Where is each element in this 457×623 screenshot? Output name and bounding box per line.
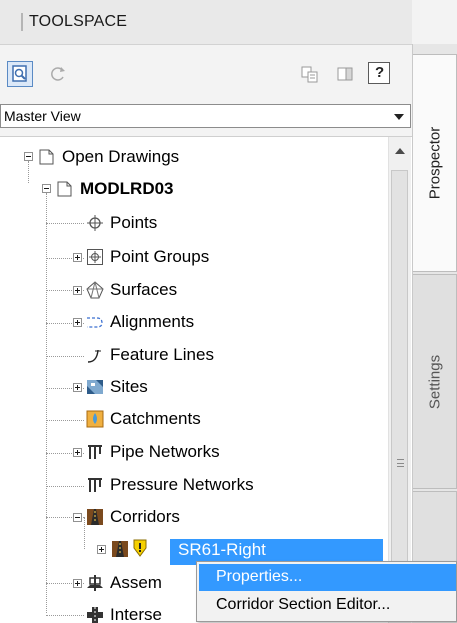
tree-item-points[interactable]: Points — [0, 211, 380, 239]
document-icon — [56, 180, 74, 198]
assemblies-icon — [86, 574, 104, 592]
tab-prospector[interactable]: Prospector — [413, 54, 457, 272]
collapse-toggle[interactable] — [24, 152, 33, 161]
corridors-icon — [86, 508, 104, 526]
toolspace-panel: TOOLSPACE ? Master View Open Drawings MO… — [0, 0, 457, 623]
refresh-icon — [51, 67, 65, 81]
item-view-button[interactable] — [7, 61, 33, 87]
collapse-toggle[interactable] — [73, 513, 82, 522]
tab-settings[interactable]: Settings — [413, 274, 457, 489]
toolspace-titlebar[interactable]: TOOLSPACE — [0, 0, 412, 45]
copy-button[interactable] — [298, 62, 324, 88]
toolspace-tab-strip: Prospector Settings — [412, 44, 457, 622]
tree-item-label: MODLRD03 — [80, 179, 174, 198]
tree-item-label: Alignments — [110, 312, 195, 331]
surfaces-icon — [86, 281, 104, 299]
tree-item-point-groups[interactable]: Point Groups — [0, 245, 380, 273]
menu-item-label: Corridor Section Editor... — [216, 596, 391, 613]
tree-item-alignments[interactable]: Alignments — [0, 310, 380, 338]
view-selector-value: Master View — [4, 108, 81, 124]
prospector-tree[interactable]: Open Drawings MODLRD03 Points Point Grou… — [0, 136, 412, 623]
tree-item-label: Pipe Networks — [110, 442, 220, 461]
copy-icon — [301, 66, 318, 83]
tree-item-corridors[interactable]: Corridors — [0, 505, 380, 533]
point-groups-icon — [86, 248, 104, 266]
tree-item-pressure-networks[interactable]: Pressure Networks — [0, 473, 380, 501]
tree-item-label: Corridors — [110, 507, 180, 526]
view-selector[interactable]: Master View — [0, 104, 411, 128]
corridor-icon — [111, 540, 129, 558]
tree-item-assemblies[interactable]: Assem — [0, 571, 200, 599]
pipe-networks-icon — [86, 443, 104, 461]
tree-item-label: Sites — [110, 377, 148, 396]
tree-item-label: SR61-Right — [178, 540, 266, 559]
tree-item-surfaces[interactable]: Surfaces — [0, 278, 380, 306]
toolbar: ? — [0, 58, 412, 92]
chevron-down-icon — [394, 114, 404, 120]
tree-item-label: Point Groups — [110, 247, 210, 266]
alignments-icon — [86, 313, 104, 331]
context-menu: Properties... Corridor Section Editor... — [196, 561, 457, 622]
expand-toggle[interactable] — [97, 545, 106, 554]
catchments-icon — [86, 410, 104, 428]
tree-item-drawing[interactable]: MODLRD03 — [0, 177, 380, 205]
tree-item-open-drawings[interactable]: Open Drawings — [0, 145, 380, 173]
tree-item-pipe-networks[interactable]: Pipe Networks — [0, 440, 380, 468]
menu-item-corridor-section-editor[interactable]: Corridor Section Editor... — [199, 592, 456, 619]
points-icon — [86, 214, 104, 232]
scroll-grip-icon — [397, 459, 404, 467]
help-icon: ? — [375, 64, 385, 81]
panel-button[interactable] — [333, 62, 359, 88]
expand-toggle[interactable] — [73, 448, 82, 457]
tree-item-catchments[interactable]: Catchments — [0, 407, 380, 435]
tree-item-sites[interactable]: Sites — [0, 375, 380, 403]
tree-item-feature-lines[interactable]: Feature Lines — [0, 343, 380, 371]
document-icon — [38, 148, 56, 166]
scroll-thumb[interactable] — [391, 170, 408, 584]
tab-label: Prospector — [426, 126, 443, 200]
expand-toggle[interactable] — [73, 253, 82, 262]
pressure-networks-icon — [86, 476, 104, 494]
tree-item-label: Interse — [110, 605, 162, 623]
tab-label: Settings — [426, 354, 443, 409]
tree-item-label: Open Drawings — [62, 147, 180, 166]
expand-toggle[interactable] — [73, 286, 82, 295]
tree-item-label: Catchments — [110, 409, 201, 428]
collapse-toggle[interactable] — [42, 184, 51, 193]
scroll-up-arrow-icon[interactable] — [395, 148, 405, 154]
expand-toggle[interactable] — [73, 318, 82, 327]
help-button[interactable]: ? — [368, 62, 390, 84]
refresh-button[interactable] — [46, 62, 72, 88]
expand-toggle[interactable] — [73, 383, 82, 392]
warning-icon — [131, 539, 149, 557]
tree-item-label: Surfaces — [110, 280, 178, 299]
drag-grip[interactable] — [21, 13, 23, 31]
tree-item-label: Pressure Networks — [110, 475, 254, 494]
item-view-icon — [12, 65, 27, 82]
tree-item-intersections[interactable]: Interse — [0, 603, 200, 623]
sites-icon — [86, 378, 104, 396]
panel-icon — [337, 67, 353, 81]
menu-item-properties[interactable]: Properties... — [199, 564, 456, 591]
tree-item-label: Feature Lines — [110, 345, 214, 364]
intersections-icon — [86, 606, 104, 623]
tree-item-label: Assem — [110, 573, 162, 592]
tree-scrollbar[interactable] — [388, 137, 411, 623]
feature-lines-icon — [86, 346, 104, 364]
expand-toggle[interactable] — [73, 579, 82, 588]
toolspace-title: TOOLSPACE — [29, 13, 128, 30]
tree-item-label: Points — [110, 213, 158, 232]
menu-item-label: Properties... — [216, 568, 303, 585]
